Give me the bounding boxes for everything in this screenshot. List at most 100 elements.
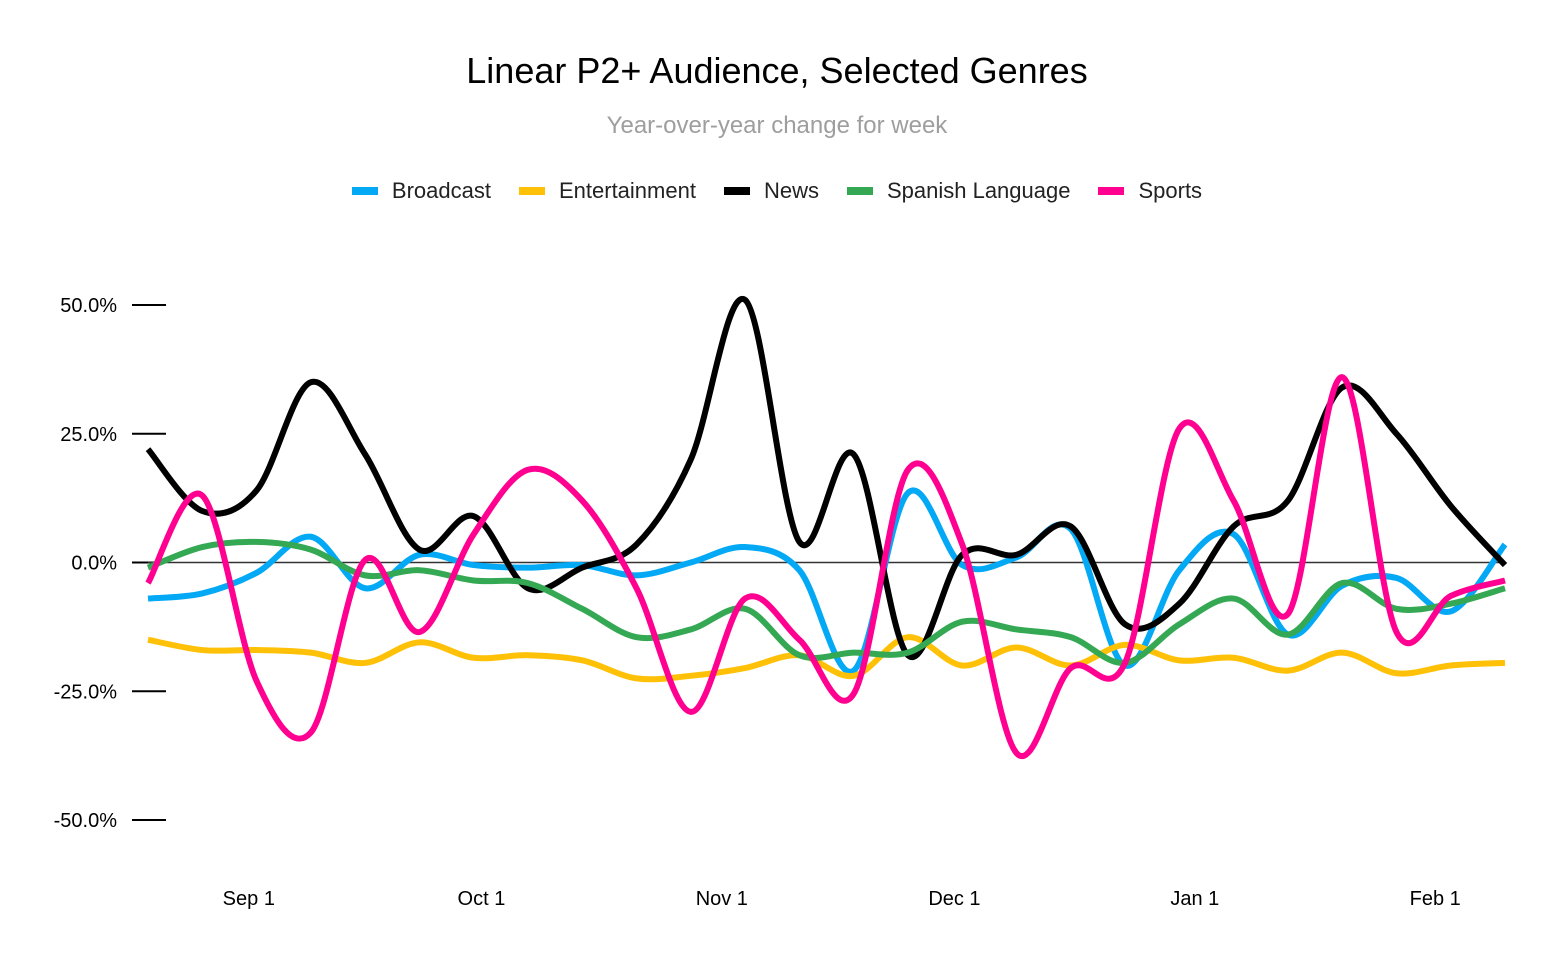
data-point-sports[interactable]	[1231, 498, 1237, 504]
data-point-sports[interactable]	[1068, 665, 1074, 671]
data-point-news[interactable]	[1285, 498, 1291, 504]
data-point-news[interactable]	[742, 297, 748, 303]
data-point-entertainment[interactable]	[362, 660, 368, 666]
data-point-news[interactable]	[1231, 523, 1237, 529]
data-point-spanish-language[interactable]	[742, 606, 748, 612]
data-point-news[interactable]	[1122, 621, 1128, 627]
data-point-spanish-language[interactable]	[471, 578, 477, 584]
data-point-broadcast[interactable]	[471, 562, 477, 568]
data-point-news[interactable]	[254, 487, 260, 493]
data-point-broadcast[interactable]	[905, 490, 911, 496]
data-point-sports[interactable]	[1122, 660, 1128, 666]
data-point-entertainment[interactable]	[1231, 655, 1237, 661]
data-point-spanish-language[interactable]	[959, 619, 965, 625]
data-point-broadcast[interactable]	[145, 596, 151, 602]
data-point-news[interactable]	[308, 379, 314, 385]
data-point-entertainment[interactable]	[1122, 642, 1128, 648]
data-point-news[interactable]	[1448, 503, 1454, 509]
data-point-news[interactable]	[634, 541, 640, 547]
data-point-spanish-language[interactable]	[1393, 606, 1399, 612]
data-point-entertainment[interactable]	[851, 673, 857, 679]
data-point-sports[interactable]	[634, 585, 640, 591]
data-point-news[interactable]	[579, 565, 585, 571]
data-point-sports[interactable]	[1502, 578, 1508, 584]
data-point-broadcast[interactable]	[688, 560, 694, 566]
data-point-broadcast[interactable]	[199, 590, 205, 596]
data-point-broadcast[interactable]	[796, 567, 802, 573]
data-point-broadcast[interactable]	[959, 562, 965, 568]
data-point-spanish-language[interactable]	[308, 547, 314, 553]
data-point-news[interactable]	[199, 508, 205, 514]
series-line-news[interactable]	[145, 295, 1508, 661]
data-point-news[interactable]	[796, 539, 802, 545]
data-point-spanish-language[interactable]	[1502, 585, 1508, 591]
data-point-sports[interactable]	[796, 637, 802, 643]
data-point-spanish-language[interactable]	[688, 626, 694, 632]
data-point-sports[interactable]	[1448, 593, 1454, 599]
data-point-broadcast[interactable]	[1502, 541, 1508, 547]
data-point-spanish-language[interactable]	[362, 572, 368, 578]
data-point-entertainment[interactable]	[199, 647, 205, 653]
data-point-entertainment[interactable]	[688, 673, 694, 679]
data-point-news[interactable]	[1502, 562, 1508, 568]
data-point-spanish-language[interactable]	[145, 565, 151, 571]
data-point-broadcast[interactable]	[1448, 608, 1454, 614]
data-point-sports[interactable]	[471, 531, 477, 537]
data-point-broadcast[interactable]	[742, 544, 748, 550]
data-point-entertainment[interactable]	[254, 647, 260, 653]
data-point-spanish-language[interactable]	[1285, 632, 1291, 638]
data-point-sports[interactable]	[145, 580, 151, 586]
data-point-spanish-language[interactable]	[525, 580, 531, 586]
data-point-sports[interactable]	[1393, 629, 1399, 635]
data-point-sports[interactable]	[1285, 611, 1291, 617]
data-point-sports[interactable]	[959, 541, 965, 547]
data-point-spanish-language[interactable]	[1068, 634, 1074, 640]
data-point-entertainment[interactable]	[1502, 660, 1508, 666]
data-point-entertainment[interactable]	[1285, 668, 1291, 674]
data-point-sports[interactable]	[362, 557, 368, 563]
data-point-spanish-language[interactable]	[1448, 601, 1454, 607]
data-point-entertainment[interactable]	[308, 650, 314, 656]
data-point-entertainment[interactable]	[1013, 644, 1019, 650]
data-point-sports[interactable]	[199, 493, 205, 499]
data-point-sports[interactable]	[1176, 426, 1182, 432]
data-point-news[interactable]	[471, 513, 477, 519]
data-point-sports[interactable]	[254, 678, 260, 684]
data-point-entertainment[interactable]	[1393, 670, 1399, 676]
data-point-spanish-language[interactable]	[851, 650, 857, 656]
data-point-sports[interactable]	[308, 729, 314, 735]
data-point-broadcast[interactable]	[362, 585, 368, 591]
data-point-news[interactable]	[1013, 552, 1019, 558]
data-point-news[interactable]	[1068, 523, 1074, 529]
data-point-entertainment[interactable]	[525, 652, 531, 658]
data-point-broadcast[interactable]	[1393, 575, 1399, 581]
data-point-sports[interactable]	[1013, 750, 1019, 756]
data-point-entertainment[interactable]	[145, 637, 151, 643]
data-point-sports[interactable]	[525, 467, 531, 473]
data-point-news[interactable]	[851, 451, 857, 457]
data-point-entertainment[interactable]	[1176, 657, 1182, 663]
data-point-news[interactable]	[416, 547, 422, 553]
data-point-entertainment[interactable]	[471, 655, 477, 661]
data-point-spanish-language[interactable]	[1339, 580, 1345, 586]
data-point-news[interactable]	[362, 451, 368, 457]
data-point-spanish-language[interactable]	[634, 634, 640, 640]
data-point-sports[interactable]	[742, 596, 748, 602]
data-point-entertainment[interactable]	[416, 639, 422, 645]
data-point-spanish-language[interactable]	[1176, 621, 1182, 627]
data-point-news[interactable]	[1393, 431, 1399, 437]
data-point-news[interactable]	[688, 457, 694, 463]
data-point-news[interactable]	[1339, 384, 1345, 390]
data-point-broadcast[interactable]	[634, 572, 640, 578]
data-point-entertainment[interactable]	[1339, 650, 1345, 656]
data-point-entertainment[interactable]	[959, 663, 965, 669]
data-point-sports[interactable]	[851, 691, 857, 697]
data-point-broadcast[interactable]	[525, 565, 531, 571]
data-point-broadcast[interactable]	[254, 570, 260, 576]
data-point-news[interactable]	[145, 446, 151, 452]
data-point-news[interactable]	[1176, 601, 1182, 607]
data-point-entertainment[interactable]	[1448, 663, 1454, 669]
data-point-entertainment[interactable]	[634, 675, 640, 681]
data-point-spanish-language[interactable]	[199, 544, 205, 550]
data-point-spanish-language[interactable]	[579, 606, 585, 612]
